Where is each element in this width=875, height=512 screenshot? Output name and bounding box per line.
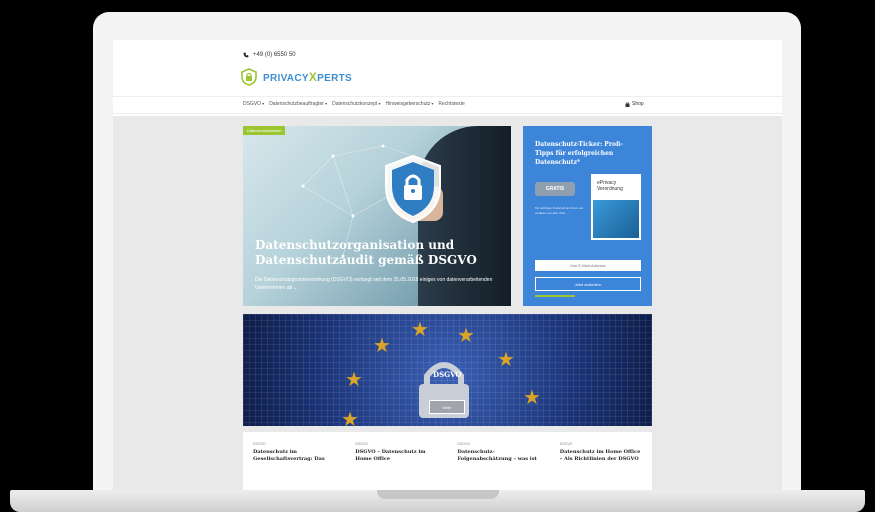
eu-banner-title: DSGVO (433, 370, 462, 379)
eu-star-icon: ★ (411, 319, 429, 341)
site-logo[interactable]: PRIVACYXPERTS (241, 68, 352, 86)
newsletter-widget: Datenschutz-Ticker: Profi-Tipps für erfo… (523, 126, 652, 306)
gratis-badge: GRATIS (535, 182, 575, 196)
eu-star-icon: ★ (497, 349, 515, 371)
article-title[interactable]: DSGVO – Datenschutz im Home Office (355, 449, 437, 463)
browser-screen: +49 (0) 6550 50 PRIVACYXPERTS DSGVO Date… (113, 40, 782, 492)
phone-icon (243, 52, 249, 58)
nav-item-hinweisgeberschutz[interactable]: Hinweisgeberschutz (386, 101, 434, 107)
article-title[interactable]: Datenschutz im Home Office – Als Richtli… (560, 449, 642, 463)
article-title[interactable]: Datenschutz im Gesellschaftsvertrag: Das (253, 449, 335, 463)
article-card[interactable]: DSGVO Datenschutz im Gesellschaftsvertra… (243, 432, 345, 492)
category-tag[interactable]: Datenschutzwissen (243, 126, 286, 135)
eu-star-icon: ★ (373, 335, 391, 357)
article-card[interactable]: DSGVO DSGVO – Datenschutz im Home Office (345, 432, 447, 492)
hero-description: Die Datenschutzgrundverordnung (DSGVO) v… (255, 277, 493, 291)
article-category: DSGVO (559, 442, 573, 446)
eu-star-icon: ★ (457, 325, 475, 347)
article-category: DSGVO (457, 442, 471, 446)
laptop-notch (377, 490, 499, 499)
email-field[interactable] (535, 260, 641, 271)
hero-article[interactable]: Datenschutzwissen Datenschutzorganisatio… (243, 126, 511, 306)
book-image (593, 200, 639, 238)
eu-star-icon: ★ (341, 409, 359, 426)
laptop-frame: +49 (0) 6550 50 PRIVACYXPERTS DSGVO Date… (93, 12, 801, 496)
article-category: DSGVO (355, 442, 368, 446)
book-title: ePrivacy Verordnung (597, 180, 623, 192)
article-title[interactable]: Datenschutz-Folgenabschätzung – was ist (458, 449, 540, 463)
subscribe-button[interactable]: Jetzt anfordern (535, 277, 641, 291)
newsletter-note: Mit wichtigen Datenschutz-Infos und Upda… (535, 206, 584, 215)
article-card[interactable]: DSGVO Datenschutz im Home Office – Als R… (550, 432, 652, 492)
hero-title[interactable]: Datenschutzorganisation und Datenschutza… (255, 238, 505, 268)
nav-item-datenschutzkonzept[interactable]: Datenschutzkonzept (332, 101, 380, 107)
article-category: DSGVO (253, 442, 266, 446)
phone-number[interactable]: +49 (0) 6550 50 (253, 52, 296, 58)
shield-lock-icon (241, 68, 257, 86)
shop-link[interactable]: Shop (625, 101, 644, 107)
nav-item-datenschutzbeauftragter[interactable]: Datenschutzbeauftragter (269, 101, 327, 107)
shop-label: Shop (632, 101, 644, 107)
nav-item-rechtstexte[interactable]: Rechtstexte (438, 101, 464, 107)
article-list: DSGVO Datenschutz im Gesellschaftsvertra… (243, 432, 652, 492)
shopping-bag-icon (625, 101, 630, 107)
nav-item-dsgvo[interactable]: DSGVO (243, 101, 264, 107)
eu-star-icon: ★ (523, 387, 541, 409)
more-button[interactable]: Mehr (429, 400, 465, 414)
shield-lock-icon (385, 154, 441, 224)
main-navigation: DSGVO Datenschutzbeauftragter Datenschut… (113, 96, 782, 114)
contact-bar: +49 (0) 6550 50 (243, 52, 296, 58)
eu-banner[interactable]: ★ ★ ★ ★ ★ ★ ★ DSGVO Mehr (243, 314, 652, 426)
article-card[interactable]: DSGVO Datenschutz-Folgenabschätzung – wa… (448, 432, 550, 492)
newsletter-headline: Datenschutz-Ticker: Profi-Tipps für erfo… (535, 141, 623, 166)
eu-star-icon: ★ (345, 369, 363, 391)
logo-wordmark: PRIVACYXPERTS (263, 70, 352, 84)
book-cover: ePrivacy Verordnung (591, 174, 641, 240)
accent-bar (535, 295, 575, 297)
